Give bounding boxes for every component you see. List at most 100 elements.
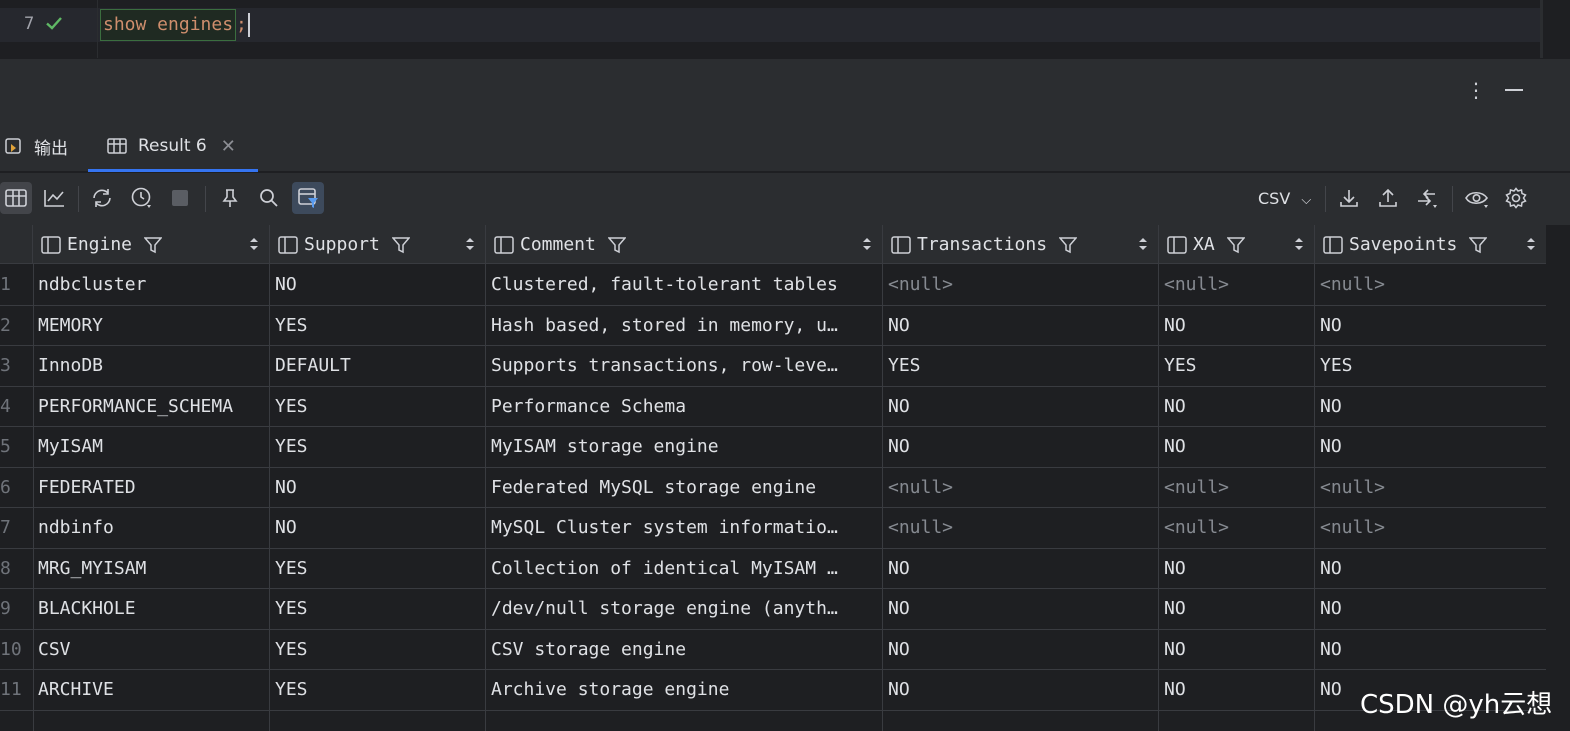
cell-xa[interactable]: <null> bbox=[1164, 508, 1229, 548]
sort-icon[interactable] bbox=[465, 236, 475, 252]
cell-savepoints[interactable]: <null> bbox=[1320, 468, 1385, 508]
cell-xa[interactable]: NO bbox=[1164, 549, 1186, 589]
cell-comment[interactable]: Hash based, stored in memory, u… bbox=[491, 306, 879, 346]
filter-icon[interactable] bbox=[607, 236, 626, 254]
filter-icon[interactable] bbox=[391, 236, 410, 254]
stop-button[interactable] bbox=[164, 182, 196, 214]
cell-xa[interactable]: NO bbox=[1164, 589, 1186, 629]
cell-transactions[interactable]: NO bbox=[888, 427, 910, 467]
column-header-savepoints[interactable]: Savepoints bbox=[1315, 225, 1546, 264]
cell-engine[interactable]: ndbcluster bbox=[38, 265, 146, 305]
minimize-icon[interactable] bbox=[1505, 89, 1523, 91]
cell-comment[interactable]: Performance Schema bbox=[491, 387, 879, 427]
cell-xa[interactable]: <null> bbox=[1164, 468, 1229, 508]
result-grid[interactable]: Engine Support Comment Transactions XA S… bbox=[0, 225, 1546, 731]
cell-transactions[interactable]: <null> bbox=[888, 468, 953, 508]
sort-icon[interactable] bbox=[1294, 236, 1304, 252]
cell-savepoints[interactable]: <null> bbox=[1320, 265, 1385, 305]
cell-engine[interactable]: BLACKHOLE bbox=[38, 589, 136, 629]
cell-savepoints[interactable]: NO bbox=[1320, 589, 1342, 629]
cell-xa[interactable]: NO bbox=[1164, 630, 1186, 670]
cell-comment[interactable]: Collection of identical MyISAM … bbox=[491, 549, 879, 589]
cell-support[interactable]: YES bbox=[275, 387, 308, 427]
sort-icon[interactable] bbox=[1526, 236, 1536, 252]
cell-engine[interactable]: CSV bbox=[38, 630, 71, 670]
cell-engine[interactable]: MyISAM bbox=[38, 427, 103, 467]
upload-button[interactable] bbox=[1372, 182, 1404, 214]
cell-savepoints[interactable]: YES bbox=[1320, 346, 1353, 386]
filter-icon[interactable] bbox=[1059, 236, 1078, 254]
cell-support[interactable]: YES bbox=[275, 549, 308, 589]
settings-button[interactable] bbox=[1500, 182, 1532, 214]
cell-savepoints[interactable]: NO bbox=[1320, 387, 1342, 427]
column-header-comment[interactable]: Comment bbox=[486, 225, 883, 264]
cell-support[interactable]: YES bbox=[275, 306, 308, 346]
cell-savepoints[interactable]: NO bbox=[1320, 549, 1342, 589]
refresh-button[interactable] bbox=[86, 182, 118, 214]
view-button[interactable] bbox=[1461, 182, 1493, 214]
column-header-transactions[interactable]: Transactions bbox=[883, 225, 1159, 264]
cell-support[interactable]: NO bbox=[275, 265, 297, 305]
table-view-button[interactable] bbox=[0, 182, 32, 214]
cell-savepoints[interactable]: NO bbox=[1320, 427, 1342, 467]
sort-icon[interactable] bbox=[1138, 236, 1148, 252]
cell-transactions[interactable]: NO bbox=[888, 670, 910, 710]
cell-transactions[interactable]: NO bbox=[888, 549, 910, 589]
cell-comment[interactable]: /dev/null storage engine (anyth… bbox=[491, 589, 879, 629]
cell-engine[interactable]: MEMORY bbox=[38, 306, 103, 346]
cell-xa[interactable]: <null> bbox=[1164, 265, 1229, 305]
cell-savepoints[interactable]: NO bbox=[1320, 670, 1342, 710]
cell-engine[interactable]: ARCHIVE bbox=[38, 670, 114, 710]
filter-toggle-button[interactable] bbox=[292, 182, 324, 214]
pin-tab-button[interactable] bbox=[214, 182, 246, 214]
cell-support[interactable]: YES bbox=[275, 630, 308, 670]
sql-statement[interactable]: show engines bbox=[100, 9, 237, 41]
cell-savepoints[interactable]: NO bbox=[1320, 630, 1342, 670]
sort-icon[interactable] bbox=[862, 236, 872, 252]
cell-engine[interactable]: PERFORMANCE_SCHEMA bbox=[38, 387, 233, 427]
cell-xa[interactable]: YES bbox=[1164, 346, 1197, 386]
cell-transactions[interactable]: NO bbox=[888, 306, 910, 346]
download-button[interactable] bbox=[1333, 182, 1365, 214]
code-line[interactable]: show engines; bbox=[100, 9, 250, 41]
filter-icon[interactable] bbox=[1226, 236, 1245, 254]
cell-engine[interactable]: FEDERATED bbox=[38, 468, 136, 508]
cell-engine[interactable]: ndbinfo bbox=[38, 508, 114, 548]
cell-engine[interactable]: InnoDB bbox=[38, 346, 103, 386]
cell-support[interactable]: NO bbox=[275, 508, 297, 548]
close-icon[interactable]: ✕ bbox=[221, 136, 236, 157]
cell-engine[interactable]: MRG_MYISAM bbox=[38, 549, 146, 589]
cell-comment[interactable]: MySQL Cluster system informatio… bbox=[491, 508, 879, 548]
column-header-xa[interactable]: XA bbox=[1159, 225, 1315, 264]
cell-xa[interactable]: NO bbox=[1164, 670, 1186, 710]
cell-savepoints[interactable]: NO bbox=[1320, 306, 1342, 346]
cell-support[interactable]: YES bbox=[275, 670, 308, 710]
cell-transactions[interactable]: <null> bbox=[888, 265, 953, 305]
cell-comment[interactable]: Clustered, fault-tolerant tables bbox=[491, 265, 879, 305]
tab-result-6[interactable]: Result 6 ✕ bbox=[88, 120, 258, 172]
cell-xa[interactable]: NO bbox=[1164, 306, 1186, 346]
cell-support[interactable]: DEFAULT bbox=[275, 346, 351, 386]
cell-transactions[interactable]: YES bbox=[888, 346, 921, 386]
filter-icon[interactable] bbox=[1469, 236, 1488, 254]
cell-transactions[interactable]: NO bbox=[888, 387, 910, 427]
compare-button[interactable] bbox=[1411, 182, 1443, 214]
tab-output[interactable]: 输出 bbox=[4, 120, 68, 172]
cell-xa[interactable]: NO bbox=[1164, 427, 1186, 467]
cell-support[interactable]: YES bbox=[275, 589, 308, 629]
sql-editor[interactable]: 7 show engines; bbox=[0, 0, 1570, 58]
history-button[interactable] bbox=[126, 182, 158, 214]
more-options-icon[interactable]: ⋮ bbox=[1466, 79, 1486, 101]
cell-xa[interactable]: NO bbox=[1164, 387, 1186, 427]
cell-comment[interactable]: Federated MySQL storage engine bbox=[491, 468, 879, 508]
column-header-engine[interactable]: Engine bbox=[33, 225, 270, 264]
filter-icon[interactable] bbox=[144, 236, 163, 254]
column-header-support[interactable]: Support bbox=[270, 225, 486, 264]
sort-icon[interactable] bbox=[249, 236, 259, 252]
cell-comment[interactable]: MyISAM storage engine bbox=[491, 427, 879, 467]
cell-comment[interactable]: Supports transactions, row-leve… bbox=[491, 346, 879, 386]
cell-transactions[interactable]: <null> bbox=[888, 508, 953, 548]
chart-view-button[interactable] bbox=[38, 182, 70, 214]
cell-transactions[interactable]: NO bbox=[888, 589, 910, 629]
cell-comment[interactable]: CSV storage engine bbox=[491, 630, 879, 670]
